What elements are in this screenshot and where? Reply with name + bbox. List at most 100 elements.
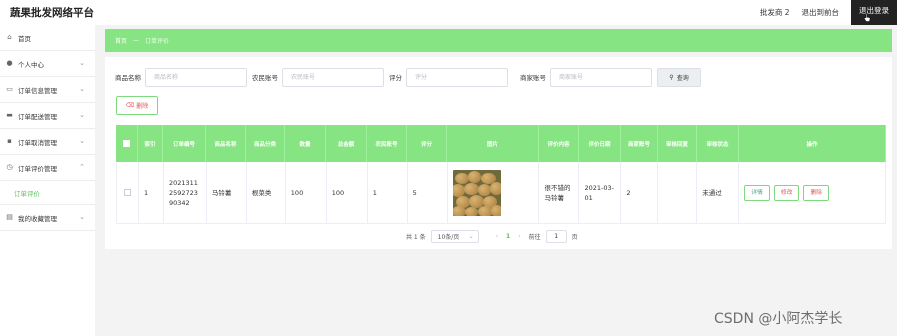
cell-score: 5	[408, 162, 448, 223]
cell-order-no: 2021311 2592723 90342	[164, 162, 207, 223]
batch-delete-button[interactable]: ⌫ 删除	[116, 96, 158, 115]
cell-merchant-account: 2	[621, 162, 659, 223]
sidebar-item-label: 订单取消管理	[18, 138, 57, 147]
search-button[interactable]: ⚲ 查询	[657, 67, 701, 87]
header-audit-status: 审核状态	[697, 125, 739, 162]
header-index: 索引	[138, 125, 163, 162]
edit-button[interactable]: 修改	[773, 184, 800, 201]
header-merchant-account: 商家账号	[621, 125, 658, 162]
sidebar-item-label: 订单评价管理	[18, 164, 57, 173]
sidebar: ⌂ 首页 ● 个人中心 ⌄ ▭ 订单信息管理 ⌄ ▬ 订单配送管理 ⌄ ▪ 订单…	[0, 25, 95, 336]
sidebar-item-label: 我的收藏管理	[18, 214, 57, 223]
table-row: 1 2021311 2592723 90342 马铃薯 根菜类 100 100 …	[116, 162, 887, 224]
header-order-no: 订单编号	[163, 125, 206, 162]
sidebar-item-delivery[interactable]: ▬ 订单配送管理 ⌄	[0, 103, 95, 129]
sidebar-item-review-manage[interactable]: ◷ 订单评价管理 ⌃	[0, 155, 95, 181]
cell-quantity: 100	[286, 162, 327, 223]
header-audit-reply: 审核回复	[658, 125, 697, 162]
sidebar-item-favorites[interactable]: ▤ 我的收藏管理 ⌄	[0, 205, 95, 231]
header-image: 图片	[447, 125, 539, 162]
goto-page-input[interactable]: 1	[545, 229, 567, 243]
page-size-value: 10条/页	[437, 233, 460, 241]
chevron-down-icon: ⌄	[79, 85, 85, 93]
cell-index: 1	[139, 162, 164, 223]
header-quantity: 数量	[285, 125, 326, 162]
home-icon: ⌂	[7, 33, 12, 41]
sidebar-item-order-info[interactable]: ▭ 订单信息管理 ⌄	[0, 77, 95, 103]
header-actions: 操作	[739, 125, 886, 162]
cell-farmer-account: 1	[368, 162, 408, 223]
watermark: CSDN @小阿杰学长	[714, 311, 843, 327]
search-icon: ⚲	[669, 73, 674, 81]
front-link[interactable]: 退出到前台	[802, 7, 840, 18]
top-actions: 批发商 2 退出到前台 退出登录	[760, 0, 897, 25]
chevron-down-icon: ⌄	[79, 59, 85, 67]
header-category: 商品分类	[246, 125, 285, 162]
search-button-label: 查询	[676, 74, 689, 82]
prev-page-icon[interactable]: ‹	[496, 233, 498, 240]
hand-cursor-icon	[863, 13, 871, 22]
review-icon: ◷	[6, 163, 13, 171]
main-panel: 商品名称 商品名称 农民账号 农民账号 评分 评分 商家账号 商家账号 ⚲ 查询…	[105, 57, 892, 249]
select-all-checkbox[interactable]	[123, 140, 130, 147]
search-form: 商品名称 商品名称 农民账号 农民账号 评分 评分 商家账号 商家账号 ⚲ 查询	[115, 67, 701, 87]
chevron-down-icon: ⌄	[79, 213, 85, 221]
header-review-content: 评价内容	[539, 125, 579, 162]
chevron-up-icon: ⌃	[79, 163, 85, 171]
order-icon: ▭	[6, 85, 13, 93]
pagination: 共 1 条 10条/页 ⌄ ‹ 1 › 前往 1 页	[406, 229, 578, 243]
cell-total: 100	[327, 162, 368, 223]
cell-category: 根菜类	[247, 162, 286, 223]
cell-product-name: 马铃薯	[207, 162, 247, 223]
score-label: 评分	[389, 74, 402, 82]
next-page-icon[interactable]: ›	[518, 233, 520, 240]
score-input[interactable]: 评分	[406, 67, 508, 87]
cancel-icon: ▪	[7, 137, 12, 145]
breadcrumb-separator: —	[133, 37, 140, 44]
breadcrumb-current: 订单评价	[145, 38, 170, 45]
header-farmer-account: 农民账号	[367, 125, 407, 162]
cell-review-content: 很不错的 马铃薯	[539, 162, 580, 223]
trash-icon: ⌫	[125, 102, 135, 109]
page-size-select[interactable]: 10条/页 ⌄	[430, 229, 479, 243]
logout-button[interactable]: 退出登录	[851, 0, 897, 25]
current-page[interactable]: 1	[506, 233, 510, 240]
merchant-account-label: 商家账号	[520, 74, 546, 82]
header-select-all[interactable]	[116, 125, 138, 162]
goto-suffix: 页	[571, 233, 578, 241]
delete-button[interactable]: 删除	[803, 184, 830, 201]
row-select[interactable]	[117, 162, 139, 223]
breadcrumb: 首页 — 订单评价	[105, 29, 892, 52]
merchant-account-input[interactable]: 商家账号	[550, 67, 652, 87]
sidebar-subitem-label: 订单评价	[14, 189, 40, 198]
farmer-account-input[interactable]: 农民账号	[282, 67, 384, 87]
favorite-icon: ▤	[6, 213, 13, 221]
top-bar: 蔬果批发网络平台 批发商 2 退出到前台 退出登录	[0, 0, 897, 25]
farmer-account-label: 农民账号	[252, 74, 278, 82]
header-score: 评分	[407, 125, 447, 162]
sidebar-item-label: 订单配送管理	[18, 112, 57, 121]
header-total: 总金额	[326, 125, 367, 162]
cell-actions: 详情 修改 删除	[739, 162, 887, 223]
header-product-name: 商品名称	[206, 125, 246, 162]
current-user: 批发商 2	[759, 8, 790, 17]
sidebar-item-profile[interactable]: ● 个人中心 ⌄	[0, 51, 95, 77]
sidebar-item-home[interactable]: ⌂ 首页	[0, 25, 95, 51]
product-name-input[interactable]: 商品名称	[145, 67, 247, 87]
cell-image	[448, 162, 540, 223]
app-title: 蔬果批发网络平台	[10, 7, 94, 19]
batch-delete-label: 删除	[136, 103, 149, 110]
cell-audit-status: 未通过	[697, 162, 740, 223]
sidebar-item-label: 首页	[18, 34, 31, 43]
sidebar-subitem-review[interactable]: 订单评价	[0, 181, 95, 205]
chevron-down-icon: ⌄	[79, 111, 85, 119]
detail-button[interactable]: 详情	[744, 184, 770, 201]
header-review-date: 评价日期	[579, 125, 621, 162]
potato-image	[452, 169, 501, 216]
breadcrumb-home[interactable]: 首页	[115, 36, 127, 45]
sidebar-item-cancel[interactable]: ▪ 订单取消管理 ⌄	[0, 129, 95, 155]
table-header: 索引 订单编号 商品名称 商品分类 数量 总金额 农民账号 评分 图片 评价内容…	[116, 125, 886, 162]
cell-audit-reply	[658, 162, 698, 223]
product-name-label: 商品名称	[115, 74, 141, 82]
row-checkbox[interactable]	[123, 189, 131, 196]
